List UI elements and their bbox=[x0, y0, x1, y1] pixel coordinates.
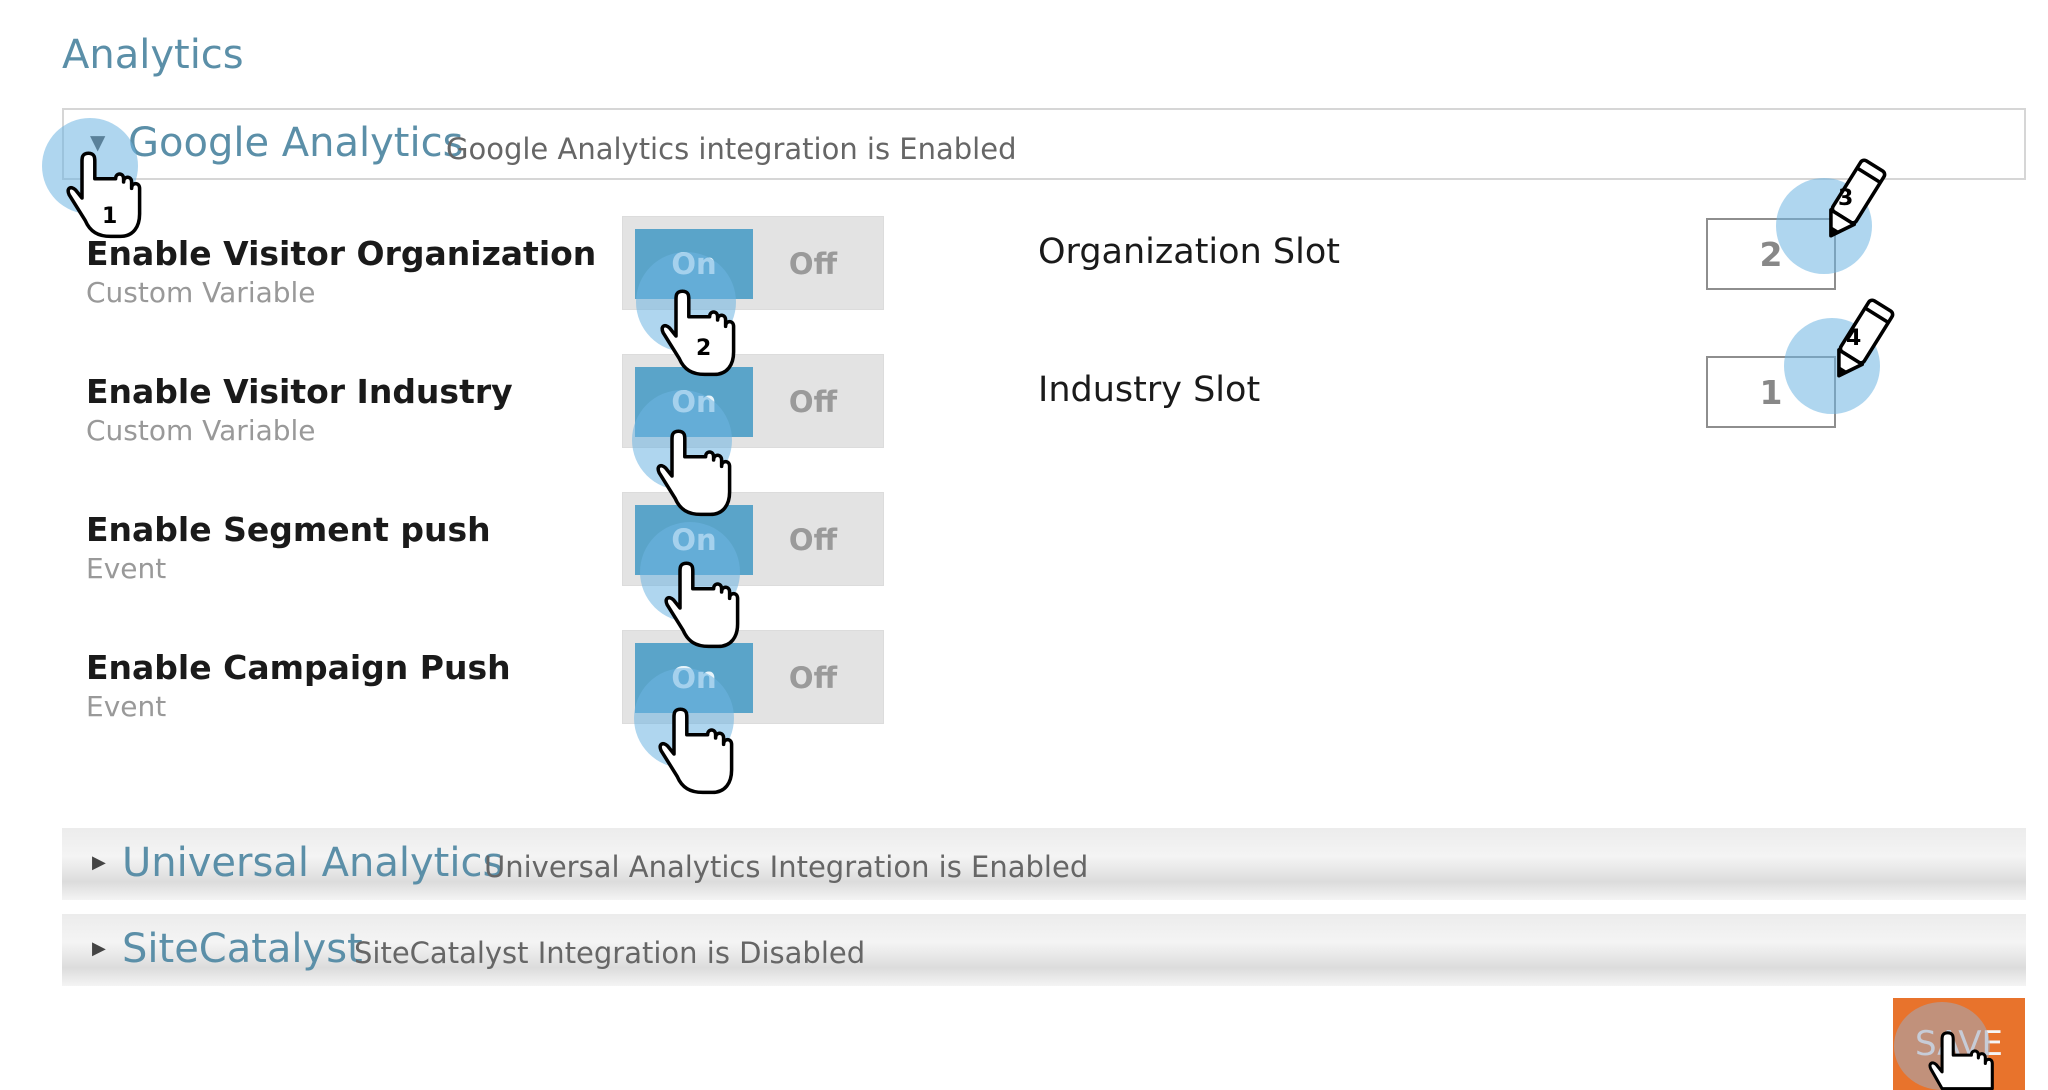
row-title-visitor-industry: Enable Visitor Industry bbox=[86, 372, 513, 411]
row-subtitle-segment-push: Event bbox=[86, 552, 167, 585]
toggle-off-option[interactable]: Off bbox=[753, 229, 873, 299]
toggle-off-option[interactable]: Off bbox=[753, 505, 873, 575]
caret-right-icon[interactable]: ▶ bbox=[92, 852, 106, 873]
industry-slot-label: Industry Slot bbox=[1038, 370, 1261, 410]
row-subtitle-campaign-push: Event bbox=[86, 690, 167, 723]
universal-analytics-title[interactable]: Universal Analytics bbox=[122, 840, 503, 886]
toggle-off-option[interactable]: Off bbox=[753, 643, 873, 713]
row-title-visitor-organization: Enable Visitor Organization bbox=[86, 234, 597, 273]
hand-pointer-icon bbox=[66, 151, 142, 239]
tutorial-step-number: 1 bbox=[102, 204, 118, 229]
hand-pointer-icon bbox=[658, 707, 734, 795]
hand-pointer-icon bbox=[664, 561, 740, 649]
tutorial-step-number: 2 bbox=[696, 336, 712, 361]
hand-pointer-icon bbox=[656, 429, 732, 517]
row-title-segment-push: Enable Segment push bbox=[86, 510, 491, 549]
sitecatalyst-panel-header[interactable]: ▶ SiteCatalyst SiteCatalyst Integration … bbox=[62, 914, 2026, 986]
google-analytics-panel-header[interactable]: ▼ Google Analytics Google Analytics inte… bbox=[62, 108, 2026, 180]
hand-pointer-icon bbox=[1928, 1031, 1994, 1090]
tutorial-step-number: 3 bbox=[1838, 186, 1854, 211]
sitecatalyst-status: SiteCatalyst Integration is Disabled bbox=[354, 936, 866, 970]
universal-analytics-panel-header[interactable]: ▶ Universal Analytics Universal Analytic… bbox=[62, 828, 2026, 900]
caret-right-icon[interactable]: ▶ bbox=[92, 938, 106, 959]
sitecatalyst-title[interactable]: SiteCatalyst bbox=[122, 926, 363, 972]
tutorial-step-number: 4 bbox=[1846, 326, 1862, 351]
google-analytics-title[interactable]: Google Analytics bbox=[128, 120, 463, 166]
row-subtitle-visitor-organization: Custom Variable bbox=[86, 276, 316, 309]
page-title: Analytics bbox=[62, 32, 244, 78]
row-title-campaign-push: Enable Campaign Push bbox=[86, 648, 511, 687]
row-subtitle-visitor-industry: Custom Variable bbox=[86, 414, 316, 447]
google-analytics-status: Google Analytics integration is Enabled bbox=[446, 132, 1017, 166]
organization-slot-label: Organization Slot bbox=[1038, 232, 1340, 272]
toggle-off-option[interactable]: Off bbox=[753, 367, 873, 437]
universal-analytics-status: Universal Analytics Integration is Enabl… bbox=[484, 850, 1089, 884]
